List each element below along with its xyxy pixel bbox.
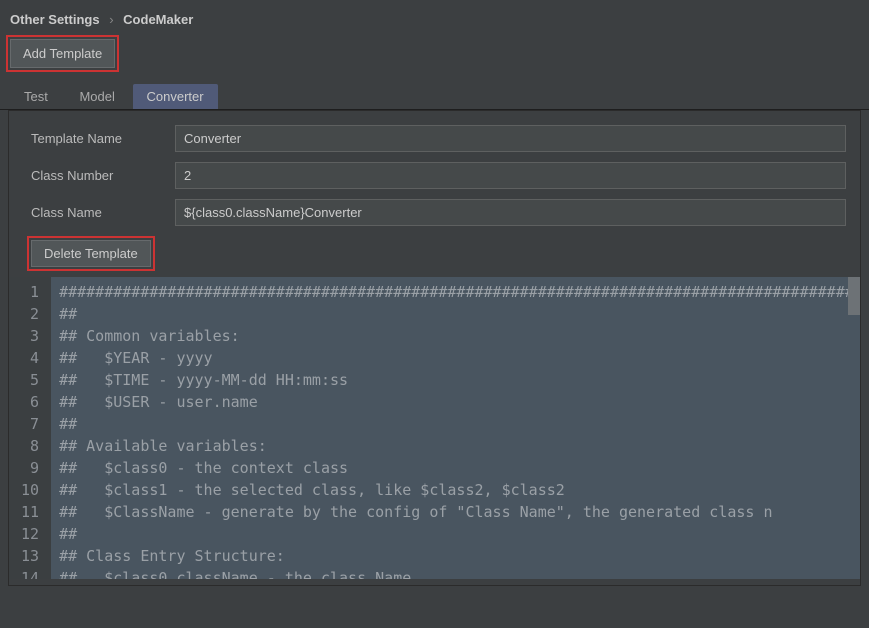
tab-model[interactable]: Model xyxy=(65,84,128,109)
code-line[interactable]: ## xyxy=(59,523,852,545)
delete-template-button[interactable]: Delete Template xyxy=(31,240,151,267)
code-line[interactable]: ## $class0.className - the class Name xyxy=(59,567,852,579)
line-number: 5 xyxy=(21,369,39,391)
code-line[interactable]: ## $YEAR - yyyy xyxy=(59,347,852,369)
line-number: 14 xyxy=(21,567,39,579)
class-name-input[interactable] xyxy=(175,199,846,226)
line-number: 8 xyxy=(21,435,39,457)
template-name-label: Template Name xyxy=(31,131,175,146)
editor-code[interactable]: ########################################… xyxy=(51,277,860,579)
form-area: Template Name Class Number Class Name De… xyxy=(8,110,861,586)
template-name-input[interactable] xyxy=(175,125,846,152)
line-number: 12 xyxy=(21,523,39,545)
line-number: 2 xyxy=(21,303,39,325)
class-number-label: Class Number xyxy=(31,168,175,183)
line-number: 9 xyxy=(21,457,39,479)
line-number: 11 xyxy=(21,501,39,523)
line-number: 13 xyxy=(21,545,39,567)
editor-gutter: 1234567891011121314 xyxy=(9,277,51,579)
line-number: 7 xyxy=(21,413,39,435)
line-number: 4 xyxy=(21,347,39,369)
code-editor[interactable]: 1234567891011121314 ####################… xyxy=(9,277,860,579)
breadcrumb-parent[interactable]: Other Settings xyxy=(10,12,100,27)
breadcrumb: Other Settings › CodeMaker xyxy=(0,0,869,35)
chevron-right-icon: › xyxy=(109,12,113,27)
line-number: 6 xyxy=(21,391,39,413)
breadcrumb-current: CodeMaker xyxy=(123,12,193,27)
code-line[interactable]: ## $class0 - the context class xyxy=(59,457,852,479)
code-line[interactable]: ########################################… xyxy=(59,281,852,303)
code-line[interactable]: ## $class1 - the selected class, like $c… xyxy=(59,479,852,501)
class-name-label: Class Name xyxy=(31,205,175,220)
tab-test[interactable]: Test xyxy=(10,84,62,109)
editor-scrollbar[interactable] xyxy=(848,277,860,315)
tab-converter[interactable]: Converter xyxy=(133,84,218,109)
class-number-input[interactable] xyxy=(175,162,846,189)
add-template-button[interactable]: Add Template xyxy=(10,39,115,68)
code-line[interactable]: ## $USER - user.name xyxy=(59,391,852,413)
tabs: Test Model Converter xyxy=(0,84,869,110)
code-line[interactable]: ## xyxy=(59,413,852,435)
code-line[interactable]: ## Common variables: xyxy=(59,325,852,347)
code-line[interactable]: ## xyxy=(59,303,852,325)
line-number: 3 xyxy=(21,325,39,347)
code-line[interactable]: ## $TIME - yyyy-MM-dd HH:mm:ss xyxy=(59,369,852,391)
line-number: 10 xyxy=(21,479,39,501)
code-line[interactable]: ## Available variables: xyxy=(59,435,852,457)
code-line[interactable]: ## $ClassName - generate by the config o… xyxy=(59,501,852,523)
code-line[interactable]: ## Class Entry Structure: xyxy=(59,545,852,567)
line-number: 1 xyxy=(21,281,39,303)
